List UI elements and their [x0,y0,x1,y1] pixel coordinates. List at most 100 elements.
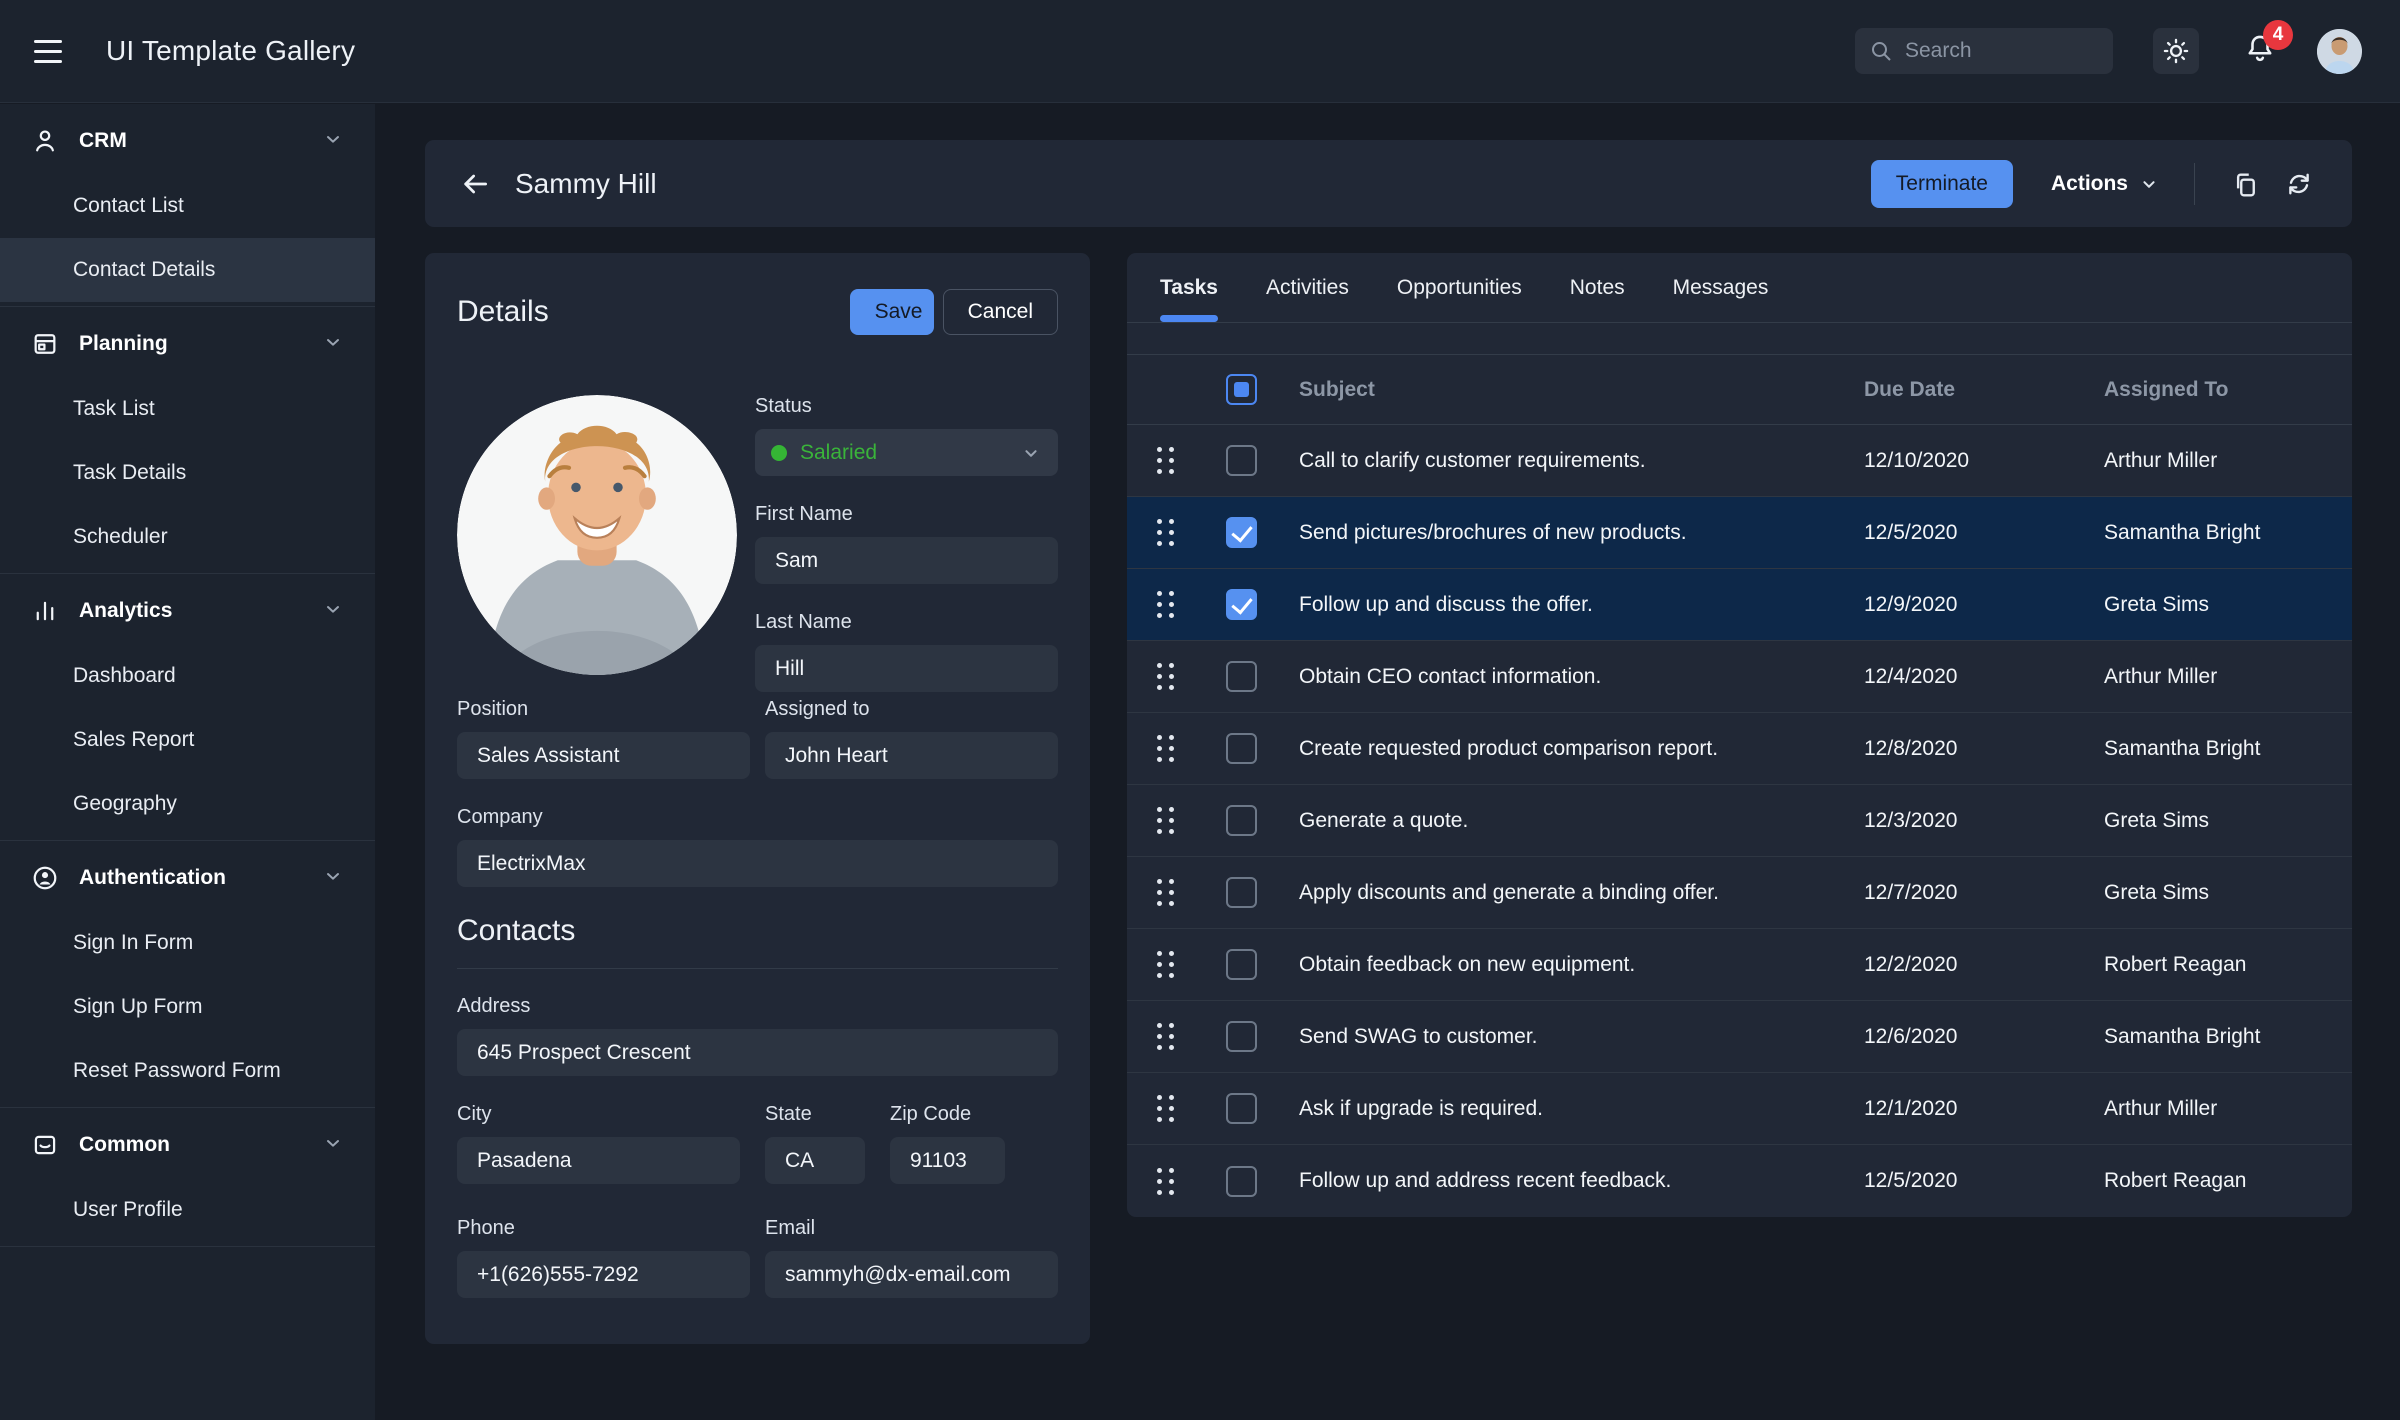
status-label: Status [755,395,1058,418]
sidebar-section-header-common[interactable]: Common [0,1112,375,1178]
table-row[interactable]: Obtain CEO contact information.12/4/2020… [1127,641,2352,713]
sidebar-item-sign-in-form[interactable]: Sign In Form [0,911,375,975]
address-field[interactable] [457,1029,1058,1076]
table-row[interactable]: Send SWAG to customer.12/6/2020Samantha … [1127,1001,2352,1073]
table-row[interactable]: Apply discounts and generate a binding o… [1127,857,2352,929]
row-checkbox[interactable] [1226,733,1257,764]
drag-handle-icon[interactable] [1157,807,1174,834]
status-dot-icon [771,445,787,461]
task-due-date-cell: 12/10/2020 [1864,449,2104,473]
column-header-due-date[interactable]: Due Date [1864,378,2104,402]
tab-messages[interactable]: Messages [1673,253,1769,322]
phone-field[interactable] [457,1251,750,1298]
city-field[interactable] [457,1137,740,1184]
drag-handle-icon[interactable] [1157,447,1174,474]
tab-tasks[interactable]: Tasks [1160,253,1218,322]
search-input[interactable] [1905,39,2075,63]
sidebar-item-user-profile[interactable]: User Profile [0,1178,375,1242]
sidebar-section-header-crm[interactable]: CRM [0,108,375,174]
zip-code-label: Zip Code [890,1103,1005,1126]
sidebar-item-sales-report[interactable]: Sales Report [0,708,375,772]
chevron-down-icon [321,1131,345,1160]
assigned-to-field[interactable] [765,732,1058,779]
drag-handle-icon[interactable] [1157,1023,1174,1050]
row-checkbox[interactable] [1226,1166,1257,1197]
sidebar-section-label: Common [79,1133,170,1157]
tab-opportunities[interactable]: Opportunities [1397,253,1522,322]
position-field[interactable] [457,732,750,779]
divider [2194,163,2195,205]
drag-handle-icon[interactable] [1157,1095,1174,1122]
chevron-down-icon [321,864,345,893]
state-field[interactable] [765,1137,865,1184]
task-assignee-cell: Robert Reagan [2104,1169,2352,1193]
select-all-checkbox[interactable] [1226,374,1257,405]
sidebar-item-contact-list[interactable]: Contact List [0,174,375,238]
save-button[interactable]: Save [850,289,934,335]
drag-handle-icon[interactable] [1157,1168,1174,1195]
row-checkbox[interactable] [1226,877,1257,908]
row-checkbox[interactable] [1226,517,1257,548]
column-header-assigned-to[interactable]: Assigned To [2104,378,2352,402]
sidebar-item-sign-up-form[interactable]: Sign Up Form [0,975,375,1039]
sidebar-section-header-authentication[interactable]: Authentication [0,845,375,911]
table-row[interactable]: Follow up and address recent feedback.12… [1127,1145,2352,1217]
cancel-button[interactable]: Cancel [943,289,1058,335]
table-row[interactable]: Call to clarify customer requirements.12… [1127,425,2352,497]
row-checkbox[interactable] [1226,1093,1257,1124]
sidebar-section-header-analytics[interactable]: Analytics [0,578,375,644]
notifications-button[interactable]: 4 [2243,32,2277,71]
refresh-button[interactable] [2279,164,2319,204]
terminate-button[interactable]: Terminate [1871,160,2013,208]
drag-handle-icon[interactable] [1157,879,1174,906]
sidebar-item-contact-details[interactable]: Contact Details [0,238,375,302]
row-checkbox[interactable] [1226,805,1257,836]
drag-handle-icon[interactable] [1157,951,1174,978]
table-row[interactable]: Create requested product comparison repo… [1127,713,2352,785]
table-row[interactable]: Generate a quote.12/3/2020Greta Sims [1127,785,2352,857]
drag-handle-icon[interactable] [1157,519,1174,546]
theme-toggle-button[interactable] [2153,28,2199,74]
first-name-field[interactable] [755,537,1058,584]
sidebar-item-task-details[interactable]: Task Details [0,441,375,505]
table-row[interactable]: Obtain feedback on new equipment.12/2/20… [1127,929,2352,1001]
drag-handle-icon[interactable] [1157,663,1174,690]
row-checkbox[interactable] [1226,1021,1257,1052]
row-checkbox[interactable] [1226,949,1257,980]
task-due-date-cell: 12/6/2020 [1864,1025,2104,1049]
sidebar-item-task-list[interactable]: Task List [0,377,375,441]
tab-notes[interactable]: Notes [1570,253,1625,322]
row-checkbox[interactable] [1226,661,1257,692]
row-checkbox[interactable] [1226,589,1257,620]
zip-code-field[interactable] [890,1137,1005,1184]
copy-button[interactable] [2225,164,2265,204]
table-row[interactable]: Follow up and discuss the offer.12/9/202… [1127,569,2352,641]
status-select[interactable]: Salaried [755,429,1058,476]
person-icon [30,127,60,155]
table-row[interactable]: Send pictures/brochures of new products.… [1127,497,2352,569]
actions-dropdown[interactable]: Actions [2051,172,2160,196]
row-checkbox[interactable] [1226,445,1257,476]
drag-handle-icon[interactable] [1157,591,1174,618]
sidebar-item-geography[interactable]: Geography [0,772,375,836]
tab-activities[interactable]: Activities [1266,253,1349,322]
email-field[interactable] [765,1251,1058,1298]
task-due-date-cell: 12/4/2020 [1864,665,2104,689]
top-bar: UI Template Gallery 4 [0,0,2400,103]
column-header-subject[interactable]: Subject [1279,378,1864,402]
sidebar-item-scheduler[interactable]: Scheduler [0,505,375,569]
sidebar-section-header-planning[interactable]: Planning [0,311,375,377]
company-field[interactable] [457,840,1058,887]
chevron-down-icon [321,330,345,359]
table-row[interactable]: Ask if upgrade is required.12/1/2020Arth… [1127,1073,2352,1145]
user-avatar[interactable] [2317,29,2362,74]
sidebar-item-reset-password-form[interactable]: Reset Password Form [0,1039,375,1103]
search-box[interactable] [1855,28,2113,74]
last-name-field[interactable] [755,645,1058,692]
chevron-down-icon [321,127,345,156]
back-button[interactable] [458,167,492,201]
drag-handle-icon[interactable] [1157,735,1174,762]
sidebar-item-dashboard[interactable]: Dashboard [0,644,375,708]
menu-icon[interactable] [34,29,78,73]
task-subject-cell: Apply discounts and generate a binding o… [1279,881,1864,905]
